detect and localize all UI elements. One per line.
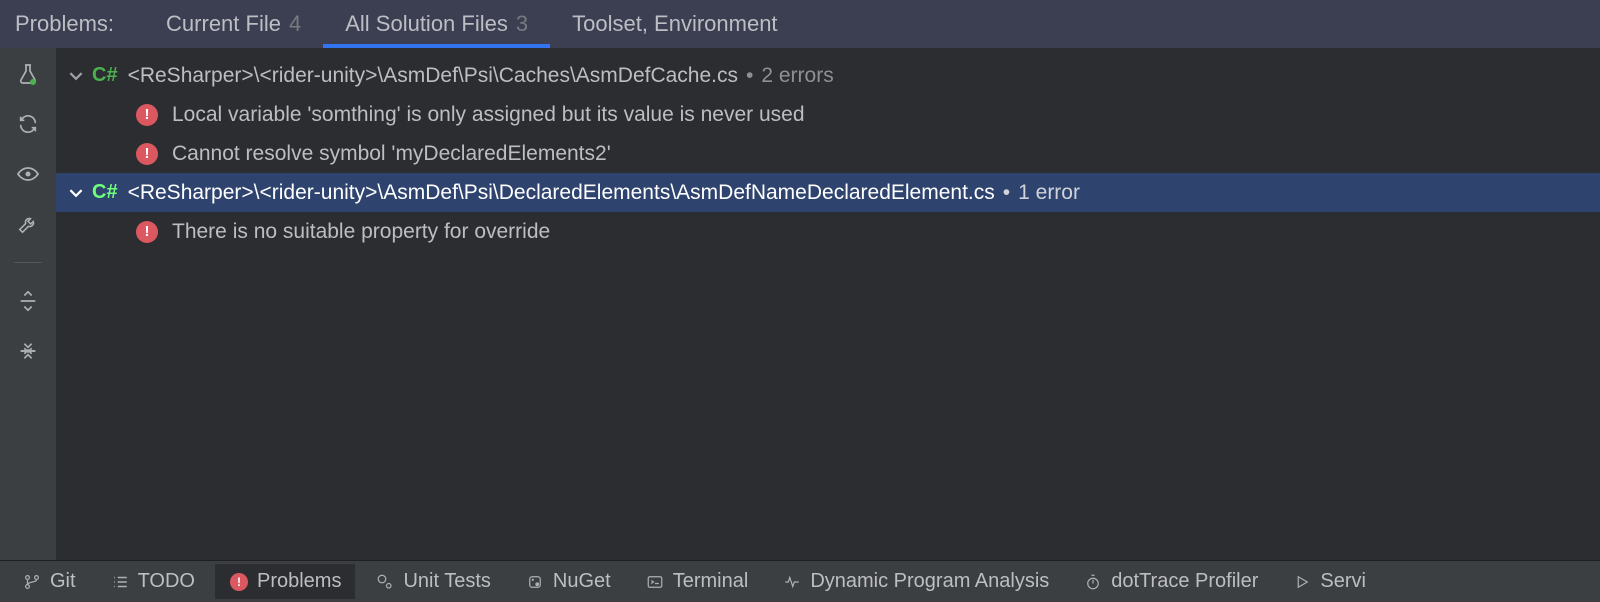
error-icon: ! (136, 143, 158, 165)
package-icon (525, 572, 545, 592)
bottom-item-label: Problems (257, 570, 341, 593)
expand-all-icon[interactable] (14, 287, 42, 315)
error-row[interactable]: ! Cannot resolve symbol 'myDeclaredEleme… (56, 134, 1600, 173)
tab-all-solution-files[interactable]: All Solution Files 3 (323, 0, 550, 48)
problems-tree: C# <ReSharper>\<rider-unity>\AsmDef\Psi\… (56, 48, 1600, 560)
file-path: <ReSharper>\<rider-unity>\AsmDef\Psi\Cac… (128, 64, 738, 88)
bottom-item-nuget[interactable]: NuGet (511, 564, 625, 599)
tab-current-file[interactable]: Current File 4 (144, 0, 323, 48)
wrench-icon[interactable] (14, 210, 42, 238)
bottom-item-todo[interactable]: TODO (96, 564, 209, 599)
bottom-item-label: Servi (1320, 570, 1366, 593)
file-row[interactable]: C# <ReSharper>\<rider-unity>\AsmDef\Psi\… (56, 56, 1600, 95)
error-message: Local variable 'somthing' is only assign… (172, 103, 805, 127)
chevron-down-icon[interactable] (66, 186, 86, 200)
terminal-icon (645, 572, 665, 592)
file-error-summary: 2 errors (761, 64, 833, 88)
bottom-item-git[interactable]: Git (8, 564, 90, 599)
bottom-item-label: NuGet (553, 570, 611, 593)
tab-label: Current File (166, 11, 281, 37)
error-message: Cannot resolve symbol 'myDeclaredElement… (172, 142, 611, 166)
tab-count: 4 (289, 11, 301, 37)
file-row[interactable]: C# <ReSharper>\<rider-unity>\AsmDef\Psi\… (56, 173, 1600, 212)
error-icon: ! (136, 221, 158, 243)
csharp-badge: C# (92, 64, 118, 87)
error-badge-icon: ! (229, 572, 249, 592)
dot-separator: • (1003, 181, 1010, 205)
problems-title: Problems: (15, 11, 114, 37)
dot-separator: • (746, 64, 753, 88)
preview-icon[interactable] (14, 160, 42, 188)
bottom-item-label: dotTrace Profiler (1111, 570, 1258, 593)
problems-tabs: Problems: Current File 4 All Solution Fi… (0, 0, 1600, 48)
file-path: <ReSharper>\<rider-unity>\AsmDef\Psi\Dec… (128, 181, 995, 205)
list-icon (110, 572, 130, 592)
error-icon: ! (136, 104, 158, 126)
bottom-item-label: Unit Tests (403, 570, 490, 593)
csharp-badge: C# (92, 181, 118, 204)
play-icon (1292, 572, 1312, 592)
bottom-item-label: Git (50, 570, 76, 593)
chevron-down-icon[interactable] (66, 69, 86, 83)
bottom-item-services[interactable]: Servi (1278, 564, 1380, 599)
problems-gutter (0, 48, 56, 560)
bottom-item-dottrace-profiler[interactable]: dotTrace Profiler (1069, 564, 1272, 599)
pulse-icon (782, 572, 802, 592)
bottom-item-label: TODO (138, 570, 195, 593)
bottom-item-dynamic-program-analysis[interactable]: Dynamic Program Analysis (768, 564, 1063, 599)
error-row[interactable]: ! There is no suitable property for over… (56, 212, 1600, 251)
tab-label: All Solution Files (345, 11, 508, 37)
tab-count: 3 (516, 11, 528, 37)
git-branch-icon (22, 572, 42, 592)
tab-toolset-environment[interactable]: Toolset, Environment (550, 0, 799, 48)
bottom-tool-bar: Git TODO ! Problems Unit Tests NuGet Ter… (0, 560, 1600, 602)
beaker-icon (375, 572, 395, 592)
tab-label: Toolset, Environment (572, 11, 777, 37)
gutter-separator (14, 262, 42, 263)
file-error-summary: 1 error (1018, 181, 1080, 205)
error-message: There is no suitable property for overri… (172, 220, 550, 244)
bottom-item-label: Dynamic Program Analysis (810, 570, 1049, 593)
refresh-icon[interactable] (14, 110, 42, 138)
stopwatch-icon (1083, 572, 1103, 592)
bottom-item-terminal[interactable]: Terminal (631, 564, 763, 599)
problems-main: C# <ReSharper>\<rider-unity>\AsmDef\Psi\… (0, 48, 1600, 560)
bottom-item-label: Terminal (673, 570, 749, 593)
flask-icon[interactable] (14, 60, 42, 88)
error-row[interactable]: ! Local variable 'somthing' is only assi… (56, 95, 1600, 134)
bottom-item-unit-tests[interactable]: Unit Tests (361, 564, 504, 599)
bottom-item-problems[interactable]: ! Problems (215, 564, 355, 599)
collapse-all-icon[interactable] (14, 337, 42, 365)
